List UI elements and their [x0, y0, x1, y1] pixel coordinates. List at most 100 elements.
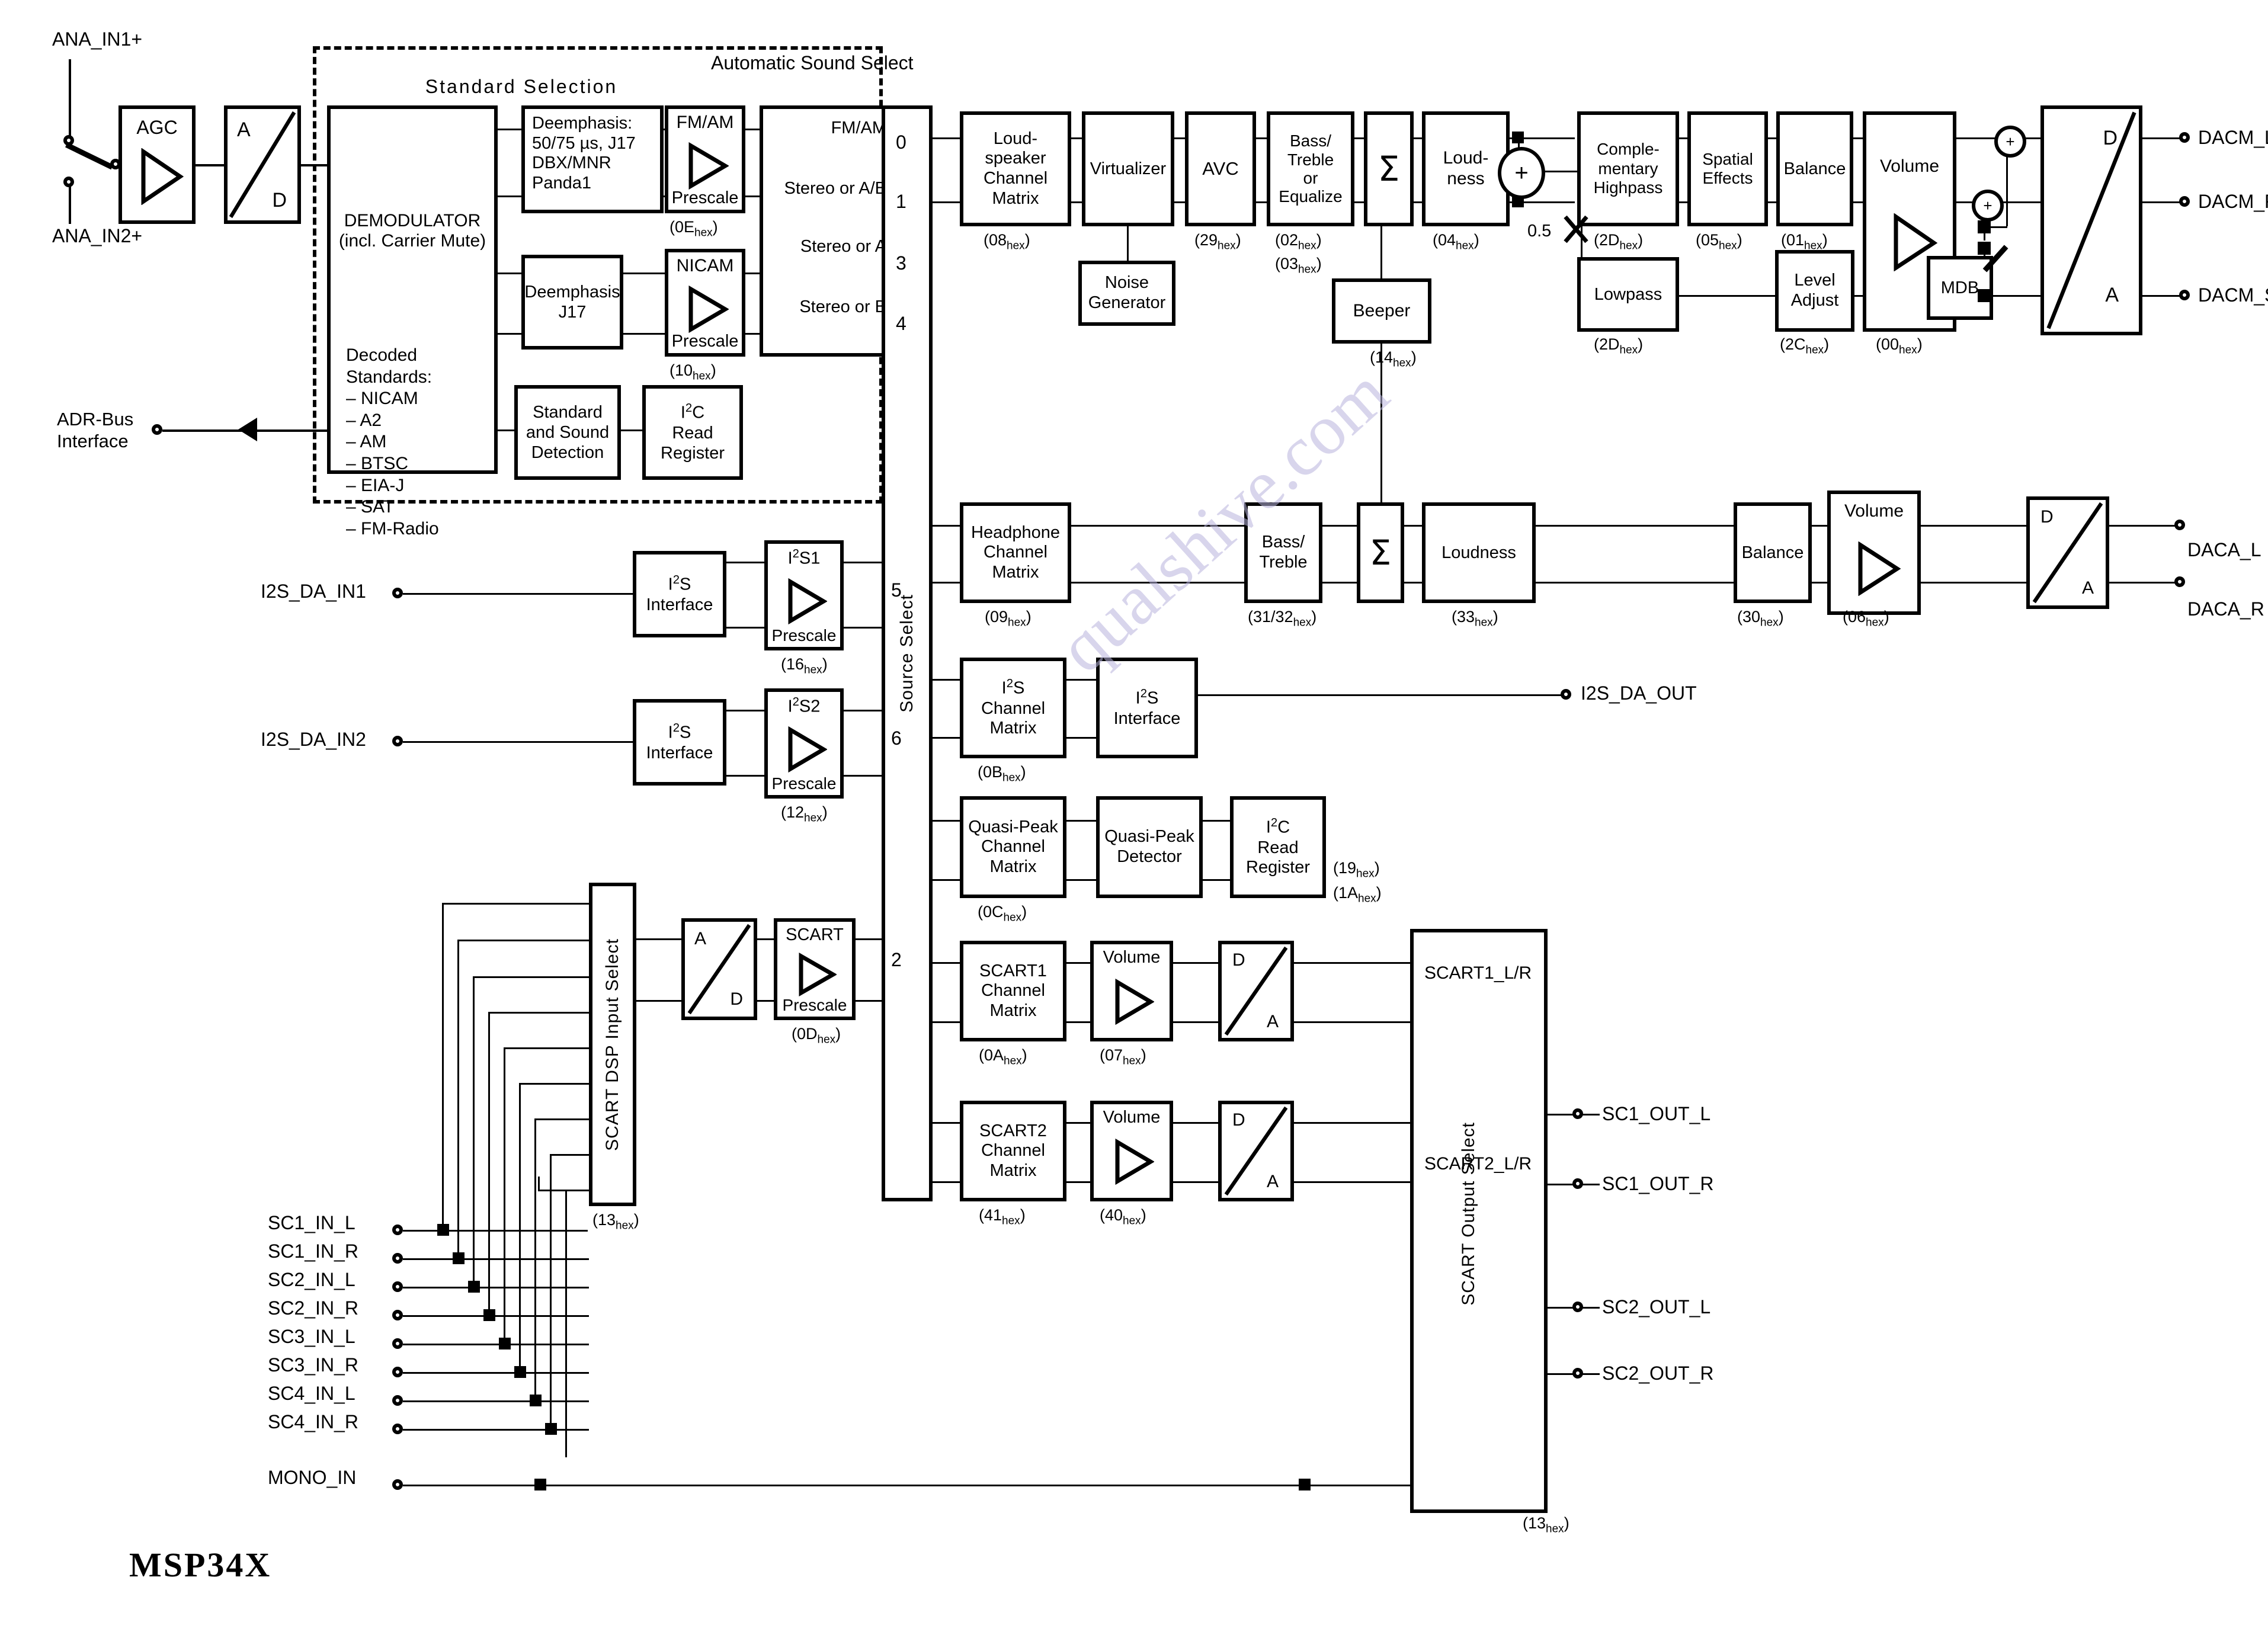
wire-hp-bt-b: [1070, 582, 1248, 584]
loudness-hp-label: Loudness: [1441, 543, 1516, 562]
scart-bus-v-5: [504, 1047, 505, 1346]
hex-scart-output-select: (13hex): [1523, 1514, 1569, 1536]
pin-i2s-da-in1[interactable]: [392, 588, 403, 598]
sigma-symbol-hp: Σ: [1369, 532, 1392, 573]
wire-ss-sc1-b: [931, 1021, 962, 1023]
pin-ana-in1[interactable]: [63, 135, 74, 146]
i2s1-prescale-label-2: Prescale: [771, 626, 837, 645]
wire-ss-hp-a: [931, 525, 962, 527]
hex-comp-highpass: (2Dhex): [1594, 231, 1644, 252]
wire-sc2mat-vol-b: [1064, 1181, 1093, 1183]
decoded-standard-2: – AM: [346, 432, 387, 452]
wire-adder-dacm-l-down: [2006, 149, 2008, 226]
level-adjust-1: Level: [1794, 271, 1835, 290]
wire-qpmat-det-a: [1064, 820, 1098, 822]
pin-dacm-r[interactable]: [2179, 196, 2190, 207]
hex-loudspeaker-matrix: (08hex): [984, 231, 1030, 252]
wire-qpmat-det-b: [1064, 879, 1098, 881]
hex-fmam-prescale: (0Ehex): [669, 218, 718, 239]
output-label-i2s-da-out: I2S_DA_OUT: [1581, 682, 1697, 704]
block-automatic-sound-select: FM/AM Stereo or A/B Stereo or A Stereo o…: [760, 105, 896, 357]
block-quasi-peak-detector: Quasi-Peak Detector: [1096, 796, 1203, 898]
hex-i2s-channel-matrix: (0Bhex): [978, 763, 1026, 784]
pin-sc3-in-r[interactable]: [392, 1367, 403, 1377]
headphone-matrix-3: Matrix: [992, 562, 1039, 582]
wire-out-dacm-sub: [2141, 295, 2180, 297]
scart-prescale-label-1: SCART: [786, 925, 844, 944]
wire-i2sif1-pres-b: [725, 627, 767, 629]
pin-daca-r[interactable]: [2174, 576, 2185, 587]
pin-sc1-in-r[interactable]: [392, 1253, 403, 1264]
scart2-matrix-1: SCART2: [979, 1121, 1047, 1140]
pin-sc2-out-l[interactable]: [1572, 1302, 1583, 1312]
balance-main-label: Balance: [1783, 159, 1846, 178]
block-i2s-channel-matrix: I2S Channel Matrix: [960, 658, 1066, 758]
i2s-interface-out-1: I2S: [1135, 687, 1159, 708]
comp-highpass-1: Comple-: [1597, 140, 1660, 159]
pin-sc2-in-l[interactable]: [392, 1281, 403, 1292]
i2c-read-reg-qp-2: Read: [1257, 838, 1299, 857]
block-scart-dsp-input-select[interactable]: SCART DSP Input Select: [589, 883, 636, 1206]
dac-sc2-label-d: D: [1232, 1110, 1245, 1130]
pin-sc4-in-l[interactable]: [392, 1395, 403, 1406]
hex-beeper: (14hex): [1370, 348, 1417, 370]
block-loudspeaker-channel-matrix: Loud- speaker Channel Matrix: [960, 111, 1071, 226]
scart2-lr-label: SCART2_L/R: [1424, 1154, 1532, 1174]
hex-i2s2-prescale: (12hex): [781, 803, 828, 825]
wire-out-dacm-r: [2141, 201, 2180, 203]
hex-scart1-volume: (07hex): [1100, 1046, 1146, 1068]
scart-output-select-label: SCART Output Select: [1459, 1122, 1478, 1306]
block-deemphasis-j17: Deemphasis J17: [521, 255, 623, 350]
pin-dacm-l[interactable]: [2179, 132, 2190, 143]
pin-sc1-out-r[interactable]: [1572, 1178, 1583, 1189]
input-label-sc3-in-l: SC3_IN_L: [268, 1326, 355, 1347]
block-i2s2-prescale: I2S2 Prescale: [764, 688, 844, 799]
block-scart-output-select[interactable]: SCART Output Select SCART1_L/R SCART2_L/…: [1410, 929, 1548, 1513]
hex-i2s1-prescale: (16hex): [781, 655, 828, 677]
mdb-label: MDB: [1940, 278, 1979, 297]
block-complementary-highpass: Comple- mentary Highpass: [1577, 111, 1679, 226]
pin-ana-in2[interactable]: [63, 177, 74, 187]
pin-daca-l[interactable]: [2174, 520, 2185, 530]
wire-ss-sc2-a: [931, 1122, 962, 1124]
adc-label-a: A: [237, 118, 251, 141]
wire-mono-in-to-sos: [1303, 1485, 1414, 1486]
block-nicam-prescale: NICAM Prescale: [665, 249, 745, 357]
pin-sc4-in-r[interactable]: [392, 1424, 403, 1434]
amplifier-triangle-icon: [788, 578, 827, 624]
i2s-interface2-2: Interface: [646, 743, 713, 762]
scart-bus-dot-1: [437, 1224, 449, 1236]
wire-i2s-in2: [403, 741, 633, 743]
pin-sc2-out-r[interactable]: [1572, 1368, 1583, 1379]
pin-adr-bus[interactable]: [152, 424, 162, 435]
pin-sc1-in-l[interactable]: [392, 1225, 403, 1235]
pin-sc1-out-l[interactable]: [1572, 1108, 1583, 1119]
pin-mono-in[interactable]: [392, 1479, 403, 1490]
scart-bus-top-3: [473, 976, 590, 978]
wire-sc2vol-dac-a: [1171, 1122, 1221, 1124]
wire-bt-sigmahp-b: [1320, 582, 1359, 584]
amplifier-triangle-icon: [1858, 541, 1901, 596]
wire-i2s-in1: [403, 593, 633, 595]
pin-sc2-in-r[interactable]: [392, 1310, 403, 1320]
block-headphone-channel-matrix: Headphone Channel Matrix: [960, 502, 1071, 603]
decoded-standard-3: – BTSC: [346, 453, 409, 473]
pin-i2s-da-in2[interactable]: [392, 736, 403, 746]
pin-dacm-sub[interactable]: [2179, 290, 2190, 300]
scart-bus-v-2: [457, 940, 459, 1261]
decoded-title-1: Decoded: [346, 345, 418, 365]
i2s-channel-matrix-1: I2S: [1001, 677, 1025, 698]
pin-i2s-da-out[interactable]: [1561, 689, 1571, 700]
block-source-select[interactable]: Source Select: [882, 105, 933, 1201]
hex-quasi-peak-matrix: (0Chex): [978, 903, 1027, 924]
input-switch-blade[interactable]: [65, 142, 114, 170]
wire-demod-j17-b: [496, 333, 524, 335]
bass-treble-eq-4: Equalize: [1279, 187, 1343, 206]
pin-sc3-in-l[interactable]: [392, 1338, 403, 1349]
hex-loudness-main: (04hex): [1433, 231, 1479, 252]
wire-j17-nicam-a: [622, 273, 667, 274]
block-bass-treble-headphone: Bass/ Treble: [1244, 502, 1322, 603]
scart-dsp-input-select-label: SCART DSP Input Select: [603, 938, 623, 1151]
source-select-label: Source Select: [897, 594, 917, 713]
wire-ss-qp-b: [931, 879, 962, 881]
